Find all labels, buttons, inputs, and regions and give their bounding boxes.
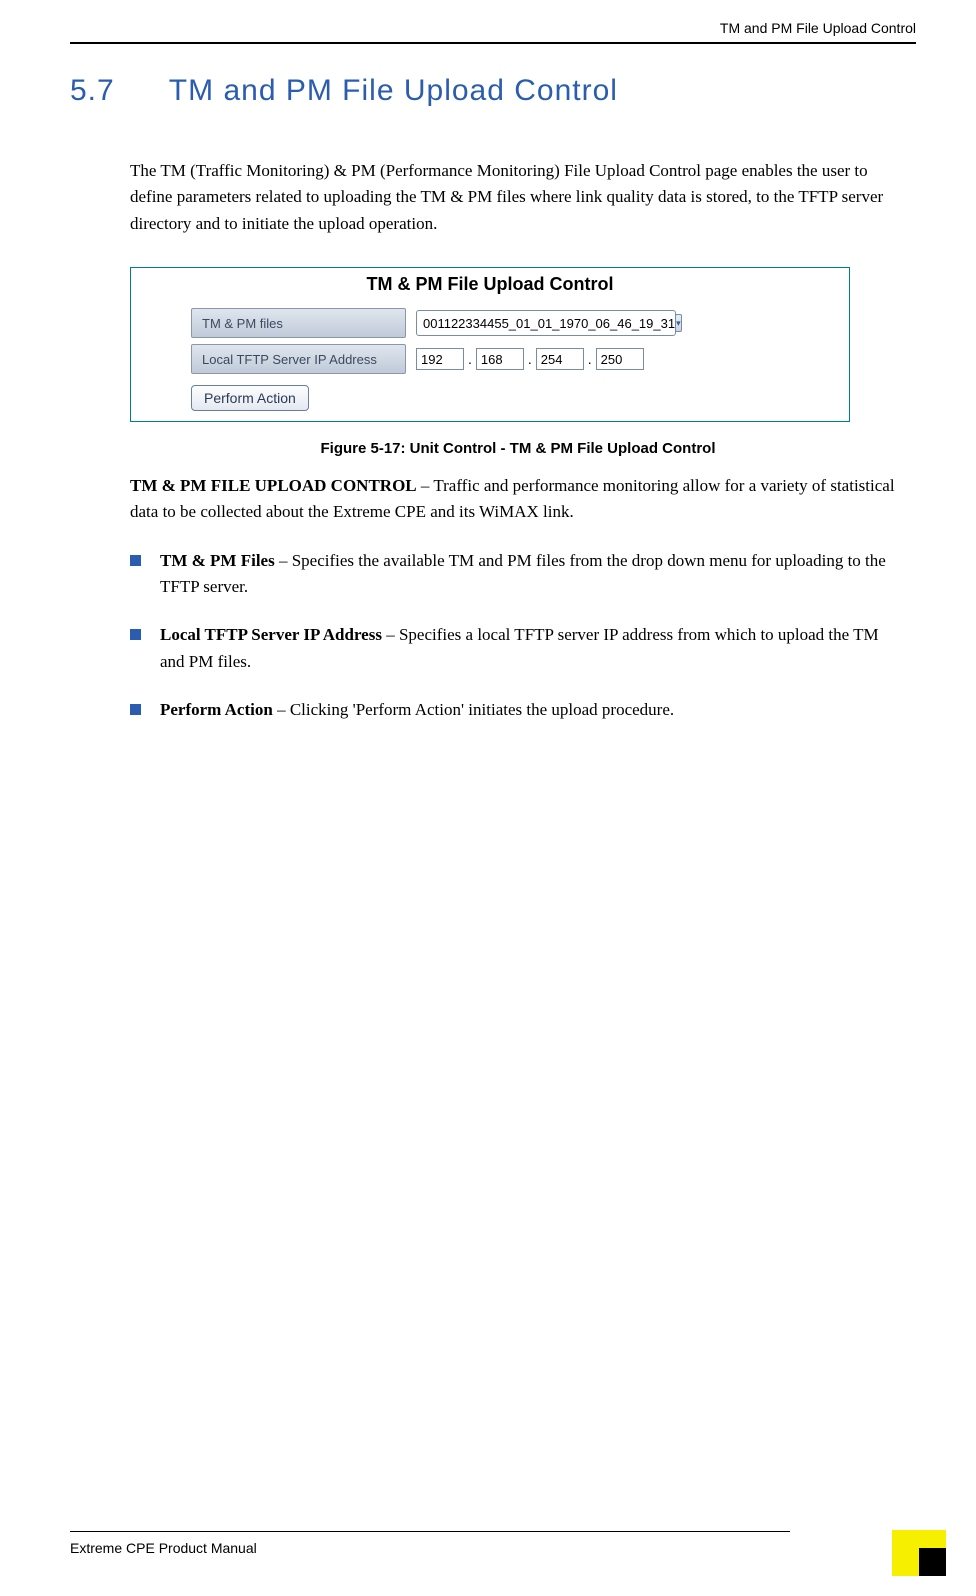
files-dropdown[interactable]: 001122334455_01_01_1970_06_46_19_31 ▾ — [416, 310, 676, 336]
bullet-action: Perform Action – Clicking 'Perform Actio… — [130, 697, 906, 723]
header-rule — [70, 42, 916, 44]
footer-manual-name: Extreme CPE Product Manual — [70, 1540, 257, 1556]
ip-row: Local TFTP Server IP Address . . . — [131, 341, 849, 377]
section-title-text: TM and PM File Upload Control — [169, 74, 618, 107]
files-row: TM & PM files 001122334455_01_01_1970_06… — [131, 305, 849, 341]
ip-octet-2[interactable] — [476, 348, 524, 370]
bullet-files-bold: TM & PM Files — [160, 551, 275, 570]
ip-dot: . — [588, 351, 592, 367]
section-number: 5.7 — [70, 74, 160, 108]
files-label: TM & PM files — [191, 308, 406, 338]
page-footer: Extreme CPE Product Manual 67 — [70, 1531, 916, 1556]
ip-octet-1[interactable] — [416, 348, 464, 370]
ip-octet-3[interactable] — [536, 348, 584, 370]
intro-paragraph: The TM (Traffic Monitoring) & PM (Perfor… — [130, 158, 906, 237]
bullet-ip-bold: Local TFTP Server IP Address — [160, 625, 382, 644]
figure-screenshot: TM & PM File Upload Control TM & PM file… — [130, 267, 906, 422]
ip-dot: . — [468, 351, 472, 367]
chevron-down-icon[interactable]: ▾ — [675, 314, 682, 332]
bullet-action-bold: Perform Action — [160, 700, 273, 719]
bullet-ip: Local TFTP Server IP Address – Specifies… — [130, 622, 906, 675]
panel-title: TM & PM File Upload Control — [131, 268, 849, 305]
bullet-action-rest: – Clicking 'Perform Action' initiates th… — [273, 700, 674, 719]
ip-dot: . — [528, 351, 532, 367]
footer-rule — [70, 1531, 790, 1532]
corner-registration-mark — [892, 1530, 946, 1576]
upload-control-paragraph: TM & PM FILE UPLOAD CONTROL – Traffic an… — [130, 473, 906, 526]
files-dropdown-value: 001122334455_01_01_1970_06_46_19_31 — [423, 316, 675, 331]
running-header: TM and PM File Upload Control — [70, 20, 916, 42]
ip-label: Local TFTP Server IP Address — [191, 344, 406, 374]
section-heading: 5.7 TM and PM File Upload Control — [70, 74, 916, 108]
bullet-files: TM & PM Files – Specifies the available … — [130, 548, 906, 601]
upload-control-panel: TM & PM File Upload Control TM & PM file… — [130, 267, 850, 422]
upload-control-bold: TM & PM FILE UPLOAD CONTROL — [130, 476, 417, 495]
perform-action-button[interactable]: Perform Action — [191, 385, 309, 411]
ip-octet-4[interactable] — [596, 348, 644, 370]
figure-caption: Figure 5-17: Unit Control - TM & PM File… — [130, 440, 906, 457]
